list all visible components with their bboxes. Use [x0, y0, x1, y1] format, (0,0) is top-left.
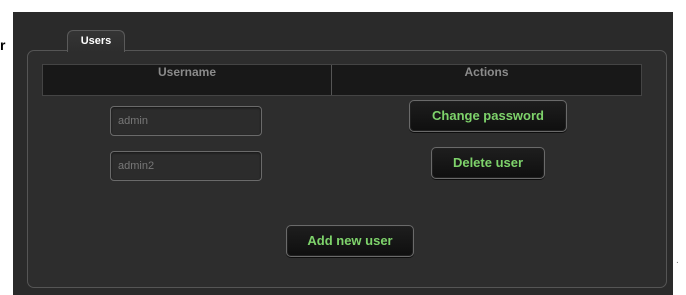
users-table-header: Username Actions — [42, 64, 642, 96]
cropped-left-text: r — [0, 37, 6, 53]
add-new-user-button[interactable]: Add new user — [286, 225, 414, 257]
delete-user-button[interactable]: Delete user — [431, 147, 545, 179]
cropped-right-mark: . — [676, 255, 679, 266]
actions-column-header: Actions — [464, 65, 509, 79]
tab-users[interactable]: Users — [67, 30, 125, 52]
username-field-admin[interactable] — [110, 106, 262, 136]
change-password-button[interactable]: Change password — [409, 100, 567, 132]
username-field-admin2[interactable] — [110, 151, 262, 181]
username-column-header: Username — [43, 65, 332, 95]
